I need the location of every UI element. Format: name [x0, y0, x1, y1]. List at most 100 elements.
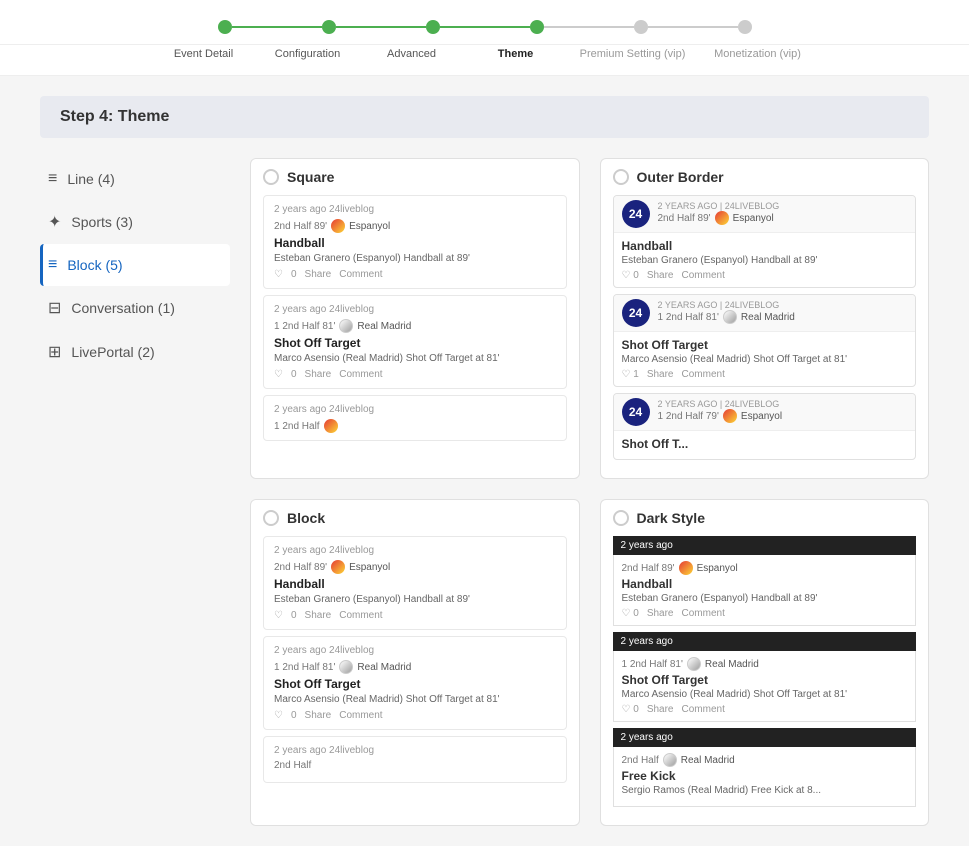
square-post-1-meta: 2 years ago 24liveblog: [274, 204, 556, 215]
block-post-1-team: 2nd Half 89' Espanyol: [274, 560, 556, 574]
step-line-4: [544, 26, 634, 28]
sidebar-label-liveportal: LivePortal (2): [71, 344, 154, 360]
dark-rm-icon-3: [663, 753, 677, 767]
ob-badge-3: 24: [622, 398, 650, 426]
comment-b2[interactable]: Comment: [339, 710, 382, 721]
step-label-6: Monetization (vip): [698, 45, 818, 60]
ob-post-2-body: Shot Off Target Marco Asensio (Real Madr…: [614, 332, 916, 386]
dark-post-1-bar: 2 years ago: [613, 536, 917, 555]
theme-name-dark: Dark Style: [637, 510, 705, 526]
block-post-1-title: Handball: [274, 577, 556, 591]
dark-post-2-body: 1 2nd Half 81' Real Madrid Shot Off Targ…: [613, 651, 917, 722]
step-label-4: Theme: [464, 45, 568, 60]
step-dot-5: [634, 20, 648, 34]
theme-card-outer-border-header[interactable]: Outer Border: [601, 159, 929, 195]
dark-post-1-title: Handball: [622, 577, 908, 591]
step-dot-2: [322, 20, 336, 34]
stepper-dots: [218, 20, 752, 34]
line-icon: ≡: [48, 170, 57, 188]
dark-rm-icon-1: [687, 657, 701, 671]
step-label-1: Event Detail: [152, 45, 256, 60]
theme-radio-outer-border[interactable]: [613, 169, 629, 185]
ob-post-3: 24 2 YEARS AGO | 24LIVEBLOG 1 2nd Half 7…: [613, 393, 917, 460]
sidebar-item-block[interactable]: ≡ Block (5): [40, 244, 230, 286]
share-link[interactable]: Share: [305, 269, 332, 280]
dark-post-2-desc: Marco Asensio (Real Madrid) Shot Off Tar…: [622, 689, 908, 700]
ob-badge-2: 24: [622, 299, 650, 327]
ob-post-1: 24 2 YEARS AGO | 24LIVEBLOG 2nd Half 89'…: [613, 195, 917, 288]
share-b2[interactable]: Share: [305, 710, 332, 721]
stepper: [0, 0, 969, 45]
liveportal-icon: ⊞: [48, 342, 61, 362]
block-rm-icon-1: [339, 660, 353, 674]
theme-card-outer-border: Outer Border 24 2 YEARS AGO | 24LIVEBLOG…: [600, 158, 930, 479]
sidebar-item-sports[interactable]: ✦ Sports (3): [40, 200, 230, 244]
square-post-1-team: 2nd Half 89' Espanyol: [274, 219, 556, 233]
theme-card-square: Square 2 years ago 24liveblog 2nd Half 8…: [250, 158, 580, 479]
square-post-2-actions: ♡ 0 Share Comment: [274, 369, 556, 380]
square-post-2-team: 1 2nd Half 81' Real Madrid: [274, 319, 556, 333]
dark-post-3-desc: Sergio Ramos (Real Madrid) Free Kick at …: [622, 785, 908, 796]
comment-link[interactable]: Comment: [339, 269, 382, 280]
sidebar-label-sports: Sports (3): [71, 214, 132, 230]
dark-post-1-desc: Esteban Granero (Espanyol) Handball at 8…: [622, 593, 908, 604]
block-post-3: 2 years ago 24liveblog 2nd Half: [263, 736, 567, 783]
comment-link-2[interactable]: Comment: [339, 369, 382, 380]
block-post-1-desc: Esteban Granero (Espanyol) Handball at 8…: [274, 594, 556, 605]
theme-radio-dark[interactable]: [613, 510, 629, 526]
block-icon: ≡: [48, 256, 57, 274]
share-link-2[interactable]: Share: [305, 369, 332, 380]
share-b1[interactable]: Share: [305, 610, 332, 621]
step-line-3: [440, 26, 530, 28]
step-dot-3: [426, 20, 440, 34]
block-post-1: 2 years ago 24liveblog 2nd Half 89' Espa…: [263, 536, 567, 630]
step-dot-6: [738, 20, 752, 34]
sidebar-item-liveportal[interactable]: ⊞ LivePortal (2): [40, 330, 230, 374]
square-post-2: 2 years ago 24liveblog 1 2nd Half 81' Re…: [263, 295, 567, 389]
ob-post-2: 24 2 YEARS AGO | 24LIVEBLOG 1 2nd Half 8…: [613, 294, 917, 387]
step-line-2: [336, 26, 426, 28]
theme-card-square-body: 2 years ago 24liveblog 2nd Half 89' Espa…: [251, 195, 579, 459]
dark-post-3-body: 2nd Half Real Madrid Free Kick Sergio Ra…: [613, 747, 917, 807]
comment-b1[interactable]: Comment: [339, 610, 382, 621]
like-icon: ♡: [274, 269, 283, 280]
theme-card-block-body: 2 years ago 24liveblog 2nd Half 89' Espa…: [251, 536, 579, 801]
sidebar-item-conversation[interactable]: ⊟ Conversation (1): [40, 286, 230, 330]
theme-radio-block[interactable]: [263, 510, 279, 526]
step-label-2: Configuration: [256, 45, 360, 60]
conversation-icon: ⊟: [48, 298, 61, 318]
step-dot-4: [530, 20, 544, 34]
sidebar: ≡ Line (4) ✦ Sports (3) ≡ Block (5) ⊟ Co…: [40, 158, 230, 826]
like-icon-b1: ♡: [274, 610, 283, 621]
theme-card-block-header[interactable]: Block: [251, 500, 579, 536]
step-label-3: Advanced: [360, 45, 464, 60]
step-dot-1: [218, 20, 232, 34]
like-icon-2: ♡: [274, 369, 283, 380]
sidebar-label-line: Line (4): [67, 171, 114, 187]
block-post-2-title: Shot Off Target: [274, 677, 556, 691]
content-area: ≡ Line (4) ✦ Sports (3) ≡ Block (5) ⊟ Co…: [40, 158, 929, 826]
block-post-2-actions: ♡ 0 Share Comment: [274, 710, 556, 721]
square-post-2-desc: Marco Asensio (Real Madrid) Shot Off Tar…: [274, 353, 556, 364]
theme-name-block: Block: [287, 510, 325, 526]
square-post-2-title: Shot Off Target: [274, 336, 556, 350]
theme-name-square: Square: [287, 169, 334, 185]
block-espanyol-icon-1: [331, 560, 345, 574]
ob-espanyol-icon-3: [723, 409, 737, 423]
espanyol-icon-3: [324, 419, 338, 433]
dark-post-3-bar: 2 years ago: [613, 728, 917, 747]
theme-radio-square[interactable]: [263, 169, 279, 185]
rm-icon-1: [339, 319, 353, 333]
theme-card-dark-header[interactable]: Dark Style: [601, 500, 929, 536]
theme-name-outer-border: Outer Border: [637, 169, 724, 185]
theme-card-dark-body: 2 years ago 2nd Half 89' Espanyol Handba…: [601, 536, 929, 825]
dark-post-2: 2 years ago 1 2nd Half 81' Real Madrid S…: [613, 632, 917, 722]
step-line-1: [232, 26, 322, 28]
theme-card-square-header[interactable]: Square: [251, 159, 579, 195]
theme-card-dark-style: Dark Style 2 years ago 2nd Half 89' Espa…: [600, 499, 930, 826]
block-post-2-team: 1 2nd Half 81' Real Madrid: [274, 660, 556, 674]
dark-post-2-title: Shot Off Target: [622, 673, 908, 687]
ob-espanyol-icon-1: [715, 211, 729, 225]
square-post-1-title: Handball: [274, 236, 556, 250]
sidebar-item-line[interactable]: ≡ Line (4): [40, 158, 230, 200]
